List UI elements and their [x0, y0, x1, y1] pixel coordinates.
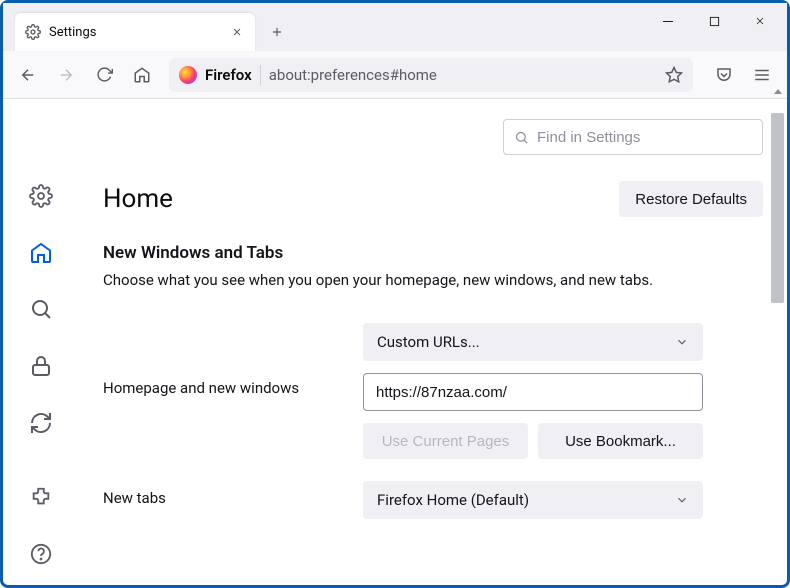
homepage-mode-value: Custom URLs... [377, 333, 480, 351]
homepage-url-input[interactable] [363, 373, 703, 411]
tab-title: Settings [49, 25, 221, 40]
use-bookmark-button[interactable]: Use Bookmark... [538, 423, 703, 459]
sidebar-item-home[interactable] [21, 234, 61, 273]
forward-button[interactable] [49, 58, 83, 92]
reload-button[interactable] [87, 58, 121, 92]
firefox-logo-icon [179, 66, 197, 84]
settings-sidebar [3, 99, 79, 585]
section-heading: New Windows and Tabs [103, 243, 763, 263]
homepage-mode-select[interactable]: Custom URLs... [363, 323, 703, 361]
address-url: about:preferences#home [269, 66, 657, 84]
use-current-pages-button[interactable]: Use Current Pages [363, 423, 528, 459]
section-description: Choose what you see when you open your h… [103, 271, 763, 289]
restore-defaults-button[interactable]: Restore Defaults [619, 181, 763, 217]
maximize-button[interactable] [691, 3, 737, 39]
newtabs-mode-select[interactable]: Firefox Home (Default) [363, 481, 703, 519]
sidebar-item-sync[interactable] [21, 403, 61, 442]
sidebar-item-privacy[interactable] [21, 347, 61, 386]
titlebar: Settings [3, 3, 787, 51]
back-button[interactable] [11, 58, 45, 92]
addr-divider [260, 65, 261, 85]
chevron-down-icon [675, 335, 689, 349]
toolbar: Firefox about:preferences#home [3, 51, 787, 99]
sidebar-item-help[interactable] [21, 534, 61, 573]
close-button[interactable] [737, 3, 783, 39]
sidebar-item-general[interactable] [21, 177, 61, 216]
scrollbar-thumb[interactable] [771, 113, 784, 303]
tab-settings[interactable]: Settings [15, 13, 255, 51]
gear-icon [25, 24, 41, 40]
settings-search[interactable] [503, 119, 763, 155]
tab-close-button[interactable] [229, 24, 245, 40]
newtabs-label: New tabs [103, 489, 333, 507]
pocket-button[interactable] [707, 58, 741, 92]
page-title: Home [103, 184, 173, 214]
search-icon [514, 130, 529, 145]
minimize-button[interactable] [645, 3, 691, 39]
content: Home Restore Defaults New Windows and Ta… [3, 99, 787, 585]
settings-main: Home Restore Defaults New Windows and Ta… [79, 99, 787, 585]
new-tab-button[interactable] [261, 16, 293, 48]
chevron-down-icon [675, 493, 689, 507]
newtabs-mode-value: Firefox Home (Default) [377, 491, 529, 509]
bookmark-star-icon[interactable] [665, 66, 683, 84]
settings-search-input[interactable] [537, 129, 752, 146]
homepage-label: Homepage and new windows [103, 379, 333, 397]
address-bar[interactable]: Firefox about:preferences#home [169, 58, 693, 92]
home-button[interactable] [125, 58, 159, 92]
sidebar-item-extensions[interactable] [21, 478, 61, 517]
address-identity: Firefox [205, 66, 252, 84]
app-menu-button[interactable] [745, 58, 779, 92]
sidebar-item-search[interactable] [21, 290, 61, 329]
